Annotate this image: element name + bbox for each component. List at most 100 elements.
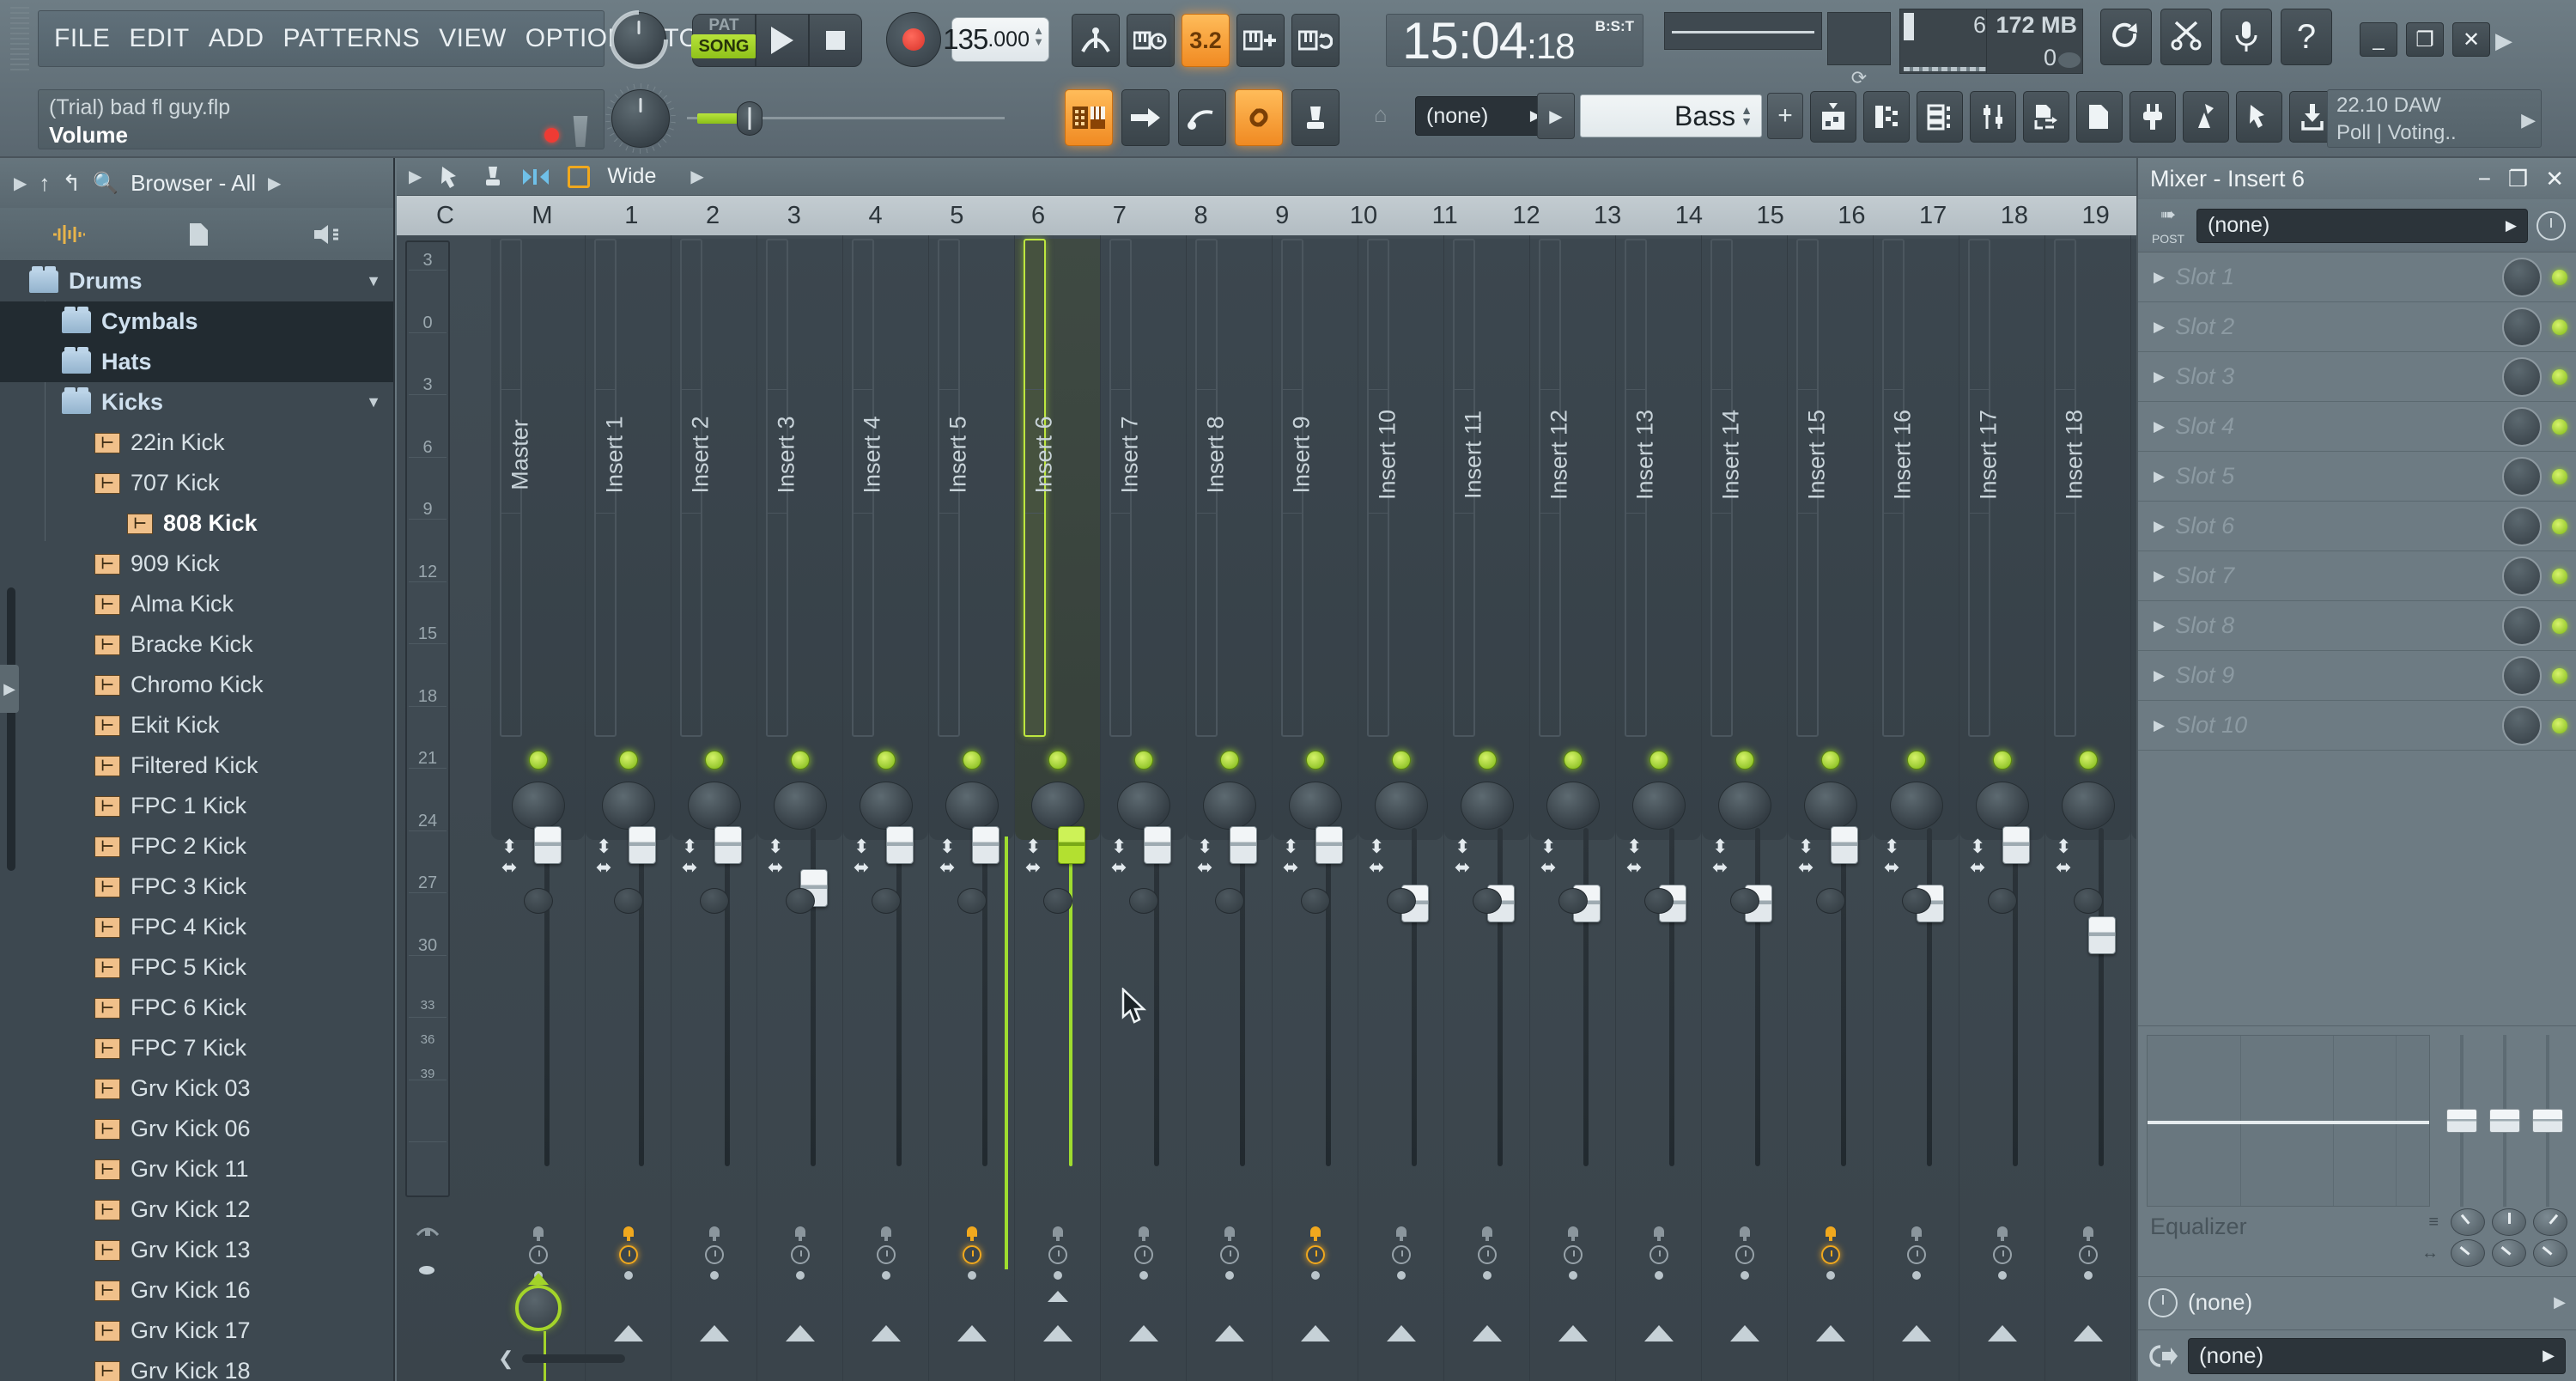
track-number-9[interactable]: 9 — [1242, 202, 1323, 230]
mixer-strip-insert-14[interactable]: Insert 14 ⬍ ⬌ — [1702, 235, 1788, 1381]
bell-icon[interactable] — [621, 1225, 636, 1242]
track-number-1[interactable]: 1 — [591, 202, 672, 230]
strip-clock-icon[interactable] — [1992, 1245, 2012, 1264]
strip-enable-led[interactable] — [1906, 751, 1926, 770]
eq-freq-knob-low[interactable] — [2451, 1208, 2485, 1236]
mixer-strip-insert-7[interactable]: Insert 7 ⬍ ⬌ — [1101, 235, 1187, 1381]
send-to-master-arrow[interactable] — [2073, 1325, 2103, 1341]
mixer-view-next-icon[interactable]: ▶ — [690, 166, 703, 187]
mixer-strip-insert-6[interactable]: Insert 6 ⬍ ⬌ — [1015, 235, 1101, 1381]
effect-slot-8[interactable]: ▶ Slot 8 — [2138, 601, 2576, 651]
eq-band-fader-low[interactable] — [2446, 1035, 2477, 1207]
pan-icon[interactable]: ⬌ — [1712, 857, 1728, 878]
chevron-down-icon[interactable]: ▼ — [366, 272, 381, 290]
bell-icon[interactable] — [1737, 1225, 1753, 1242]
stereo-separation-icon[interactable]: ⬍ — [939, 837, 955, 857]
volume-fader-handle[interactable] — [886, 826, 914, 864]
track-number-12[interactable]: 12 — [1485, 202, 1567, 230]
volume-fader-rail[interactable] — [896, 828, 902, 1166]
mixer-strip-insert-17[interactable]: Insert 17 ⬍ ⬌ — [1959, 235, 2045, 1381]
strip-enable-led[interactable] — [790, 751, 810, 770]
strip-name-label[interactable]: Insert 17 — [1976, 378, 2002, 532]
browser-item-grv-kick-17[interactable]: ⊢ Grv Kick 17 — [0, 1311, 393, 1351]
browser-item-chromo-kick[interactable]: ⊢ Chromo Kick — [0, 665, 393, 705]
browser-up-icon[interactable]: ↑ — [39, 170, 50, 197]
eq-fader-cap[interactable] — [2532, 1109, 2563, 1133]
effect-slot-10[interactable]: ▶ Slot 10 — [2138, 701, 2576, 751]
toolbar-grip-1[interactable] — [10, 7, 29, 72]
send-to-master-arrow[interactable] — [957, 1325, 987, 1341]
mixer-button[interactable] — [1291, 89, 1340, 146]
bell-icon[interactable] — [878, 1225, 894, 1242]
inspector-close-button[interactable]: ✕ — [2545, 166, 2564, 192]
browser-item-grv-kick-06[interactable]: ⊢ Grv Kick 06 — [0, 1109, 393, 1149]
pan-icon[interactable]: ⬌ — [1369, 857, 1384, 878]
browser-back-icon[interactable]: ↰ — [62, 170, 81, 197]
pan-icon[interactable]: ⬌ — [1025, 857, 1041, 878]
volume-fader-handle[interactable] — [1058, 826, 1085, 864]
mixer-menu-icon[interactable]: ▶ — [409, 166, 422, 187]
loop-mode-button[interactable] — [1291, 14, 1340, 67]
effect-enable-led[interactable] — [2552, 667, 2567, 684]
mixer-strip-insert-13[interactable]: Insert 13 ⬍ ⬌ — [1616, 235, 1702, 1381]
strip-name-label[interactable]: Insert 10 — [1375, 378, 1401, 532]
volume-fader-handle[interactable] — [629, 826, 656, 864]
eq-freq-knob-mid[interactable] — [2492, 1208, 2526, 1236]
browser-item-alma-kick[interactable]: ⊢ Alma Kick — [0, 584, 393, 624]
effect-enable-led[interactable] — [2552, 518, 2567, 534]
metronome-button[interactable] — [1072, 14, 1120, 67]
add-pattern-button[interactable]: + — [1767, 93, 1803, 139]
eq-freq-knob-high[interactable] — [2533, 1208, 2567, 1236]
stop-button[interactable] — [809, 14, 862, 67]
strip-dot-icon[interactable] — [1654, 1271, 1663, 1280]
browser-item-808-kick[interactable]: ⊢ 808 Kick — [0, 503, 393, 544]
send-to-master-arrow[interactable] — [1729, 1325, 1759, 1341]
strip-name-label[interactable]: Insert 13 — [1632, 378, 1659, 532]
bell-icon[interactable] — [1565, 1225, 1581, 1242]
master-output-knob[interactable] — [491, 1273, 585, 1350]
post-routing-icon[interactable]: ➠ POST — [2148, 204, 2188, 248]
strip-dot-icon[interactable] — [709, 1271, 719, 1280]
minimize-button[interactable]: _ — [2360, 22, 2397, 57]
stereo-separation-icon[interactable]: ⬍ — [1712, 837, 1728, 857]
project-title-panel[interactable]: (Trial) bad fl guy.flp Volume — [38, 89, 605, 149]
effect-slot-1[interactable]: ▶ Slot 1 — [2138, 252, 2576, 302]
pan-icon[interactable]: ⬌ — [854, 857, 869, 878]
effect-slot-2[interactable]: ▶ Slot 2 — [2138, 302, 2576, 352]
browser-item-drums[interactable]: Drums ▼ — [0, 261, 393, 301]
pan-icon[interactable]: ⬌ — [1540, 857, 1556, 878]
strip-name-label[interactable]: Insert 9 — [1289, 378, 1315, 532]
menu-item-patterns[interactable]: PATTERNS — [283, 24, 421, 53]
volume-fader-rail[interactable] — [1583, 828, 1589, 1166]
file-icon[interactable] — [188, 222, 210, 247]
strip-clock-icon[interactable] — [1735, 1245, 1754, 1264]
browser-item-fpc-6-kick[interactable]: ⊢ FPC 6 Kick — [0, 988, 393, 1028]
track-number-16[interactable]: 16 — [1811, 202, 1893, 230]
volume-fader-rail[interactable] — [1755, 828, 1760, 1166]
browser-item-grv-kick-03[interactable]: ⊢ Grv Kick 03 — [0, 1068, 393, 1109]
menu-item-file[interactable]: FILE — [54, 24, 110, 53]
scroll-left-icon[interactable]: ❮ — [498, 1348, 513, 1370]
strip-enable-led[interactable] — [876, 751, 896, 770]
browser-item-22in-kick[interactable]: ⊢ 22in Kick — [0, 423, 393, 463]
effect-enable-led[interactable] — [2552, 418, 2567, 435]
pan-knob[interactable] — [1288, 782, 1342, 830]
strip-name-label[interactable]: Insert 1 — [602, 378, 629, 532]
stereo-separation-icon[interactable]: ⬍ — [1283, 837, 1298, 857]
track-number-7[interactable]: 7 — [1078, 202, 1160, 230]
pan-knob[interactable] — [773, 782, 827, 830]
bell-icon[interactable] — [1394, 1225, 1409, 1242]
pitch-knob[interactable] — [605, 83, 676, 154]
strip-dot-icon[interactable] — [967, 1271, 976, 1280]
effect-enable-led[interactable] — [2552, 568, 2567, 584]
bell-icon[interactable] — [1222, 1225, 1237, 1242]
pan-knob[interactable] — [1546, 782, 1600, 830]
bell-icon[interactable] — [1823, 1225, 1838, 1242]
track-number-18[interactable]: 18 — [1973, 202, 2055, 230]
help-button[interactable]: ? — [2281, 9, 2332, 65]
strip-clock-icon[interactable] — [876, 1245, 896, 1264]
eq-band-fader-high[interactable] — [2532, 1035, 2563, 1207]
effect-mix-knob[interactable] — [2502, 406, 2542, 447]
browser-item-grv-kick-16[interactable]: ⊢ Grv Kick 16 — [0, 1270, 393, 1311]
stereo-separation-icon[interactable]: ⬍ — [1111, 837, 1127, 857]
